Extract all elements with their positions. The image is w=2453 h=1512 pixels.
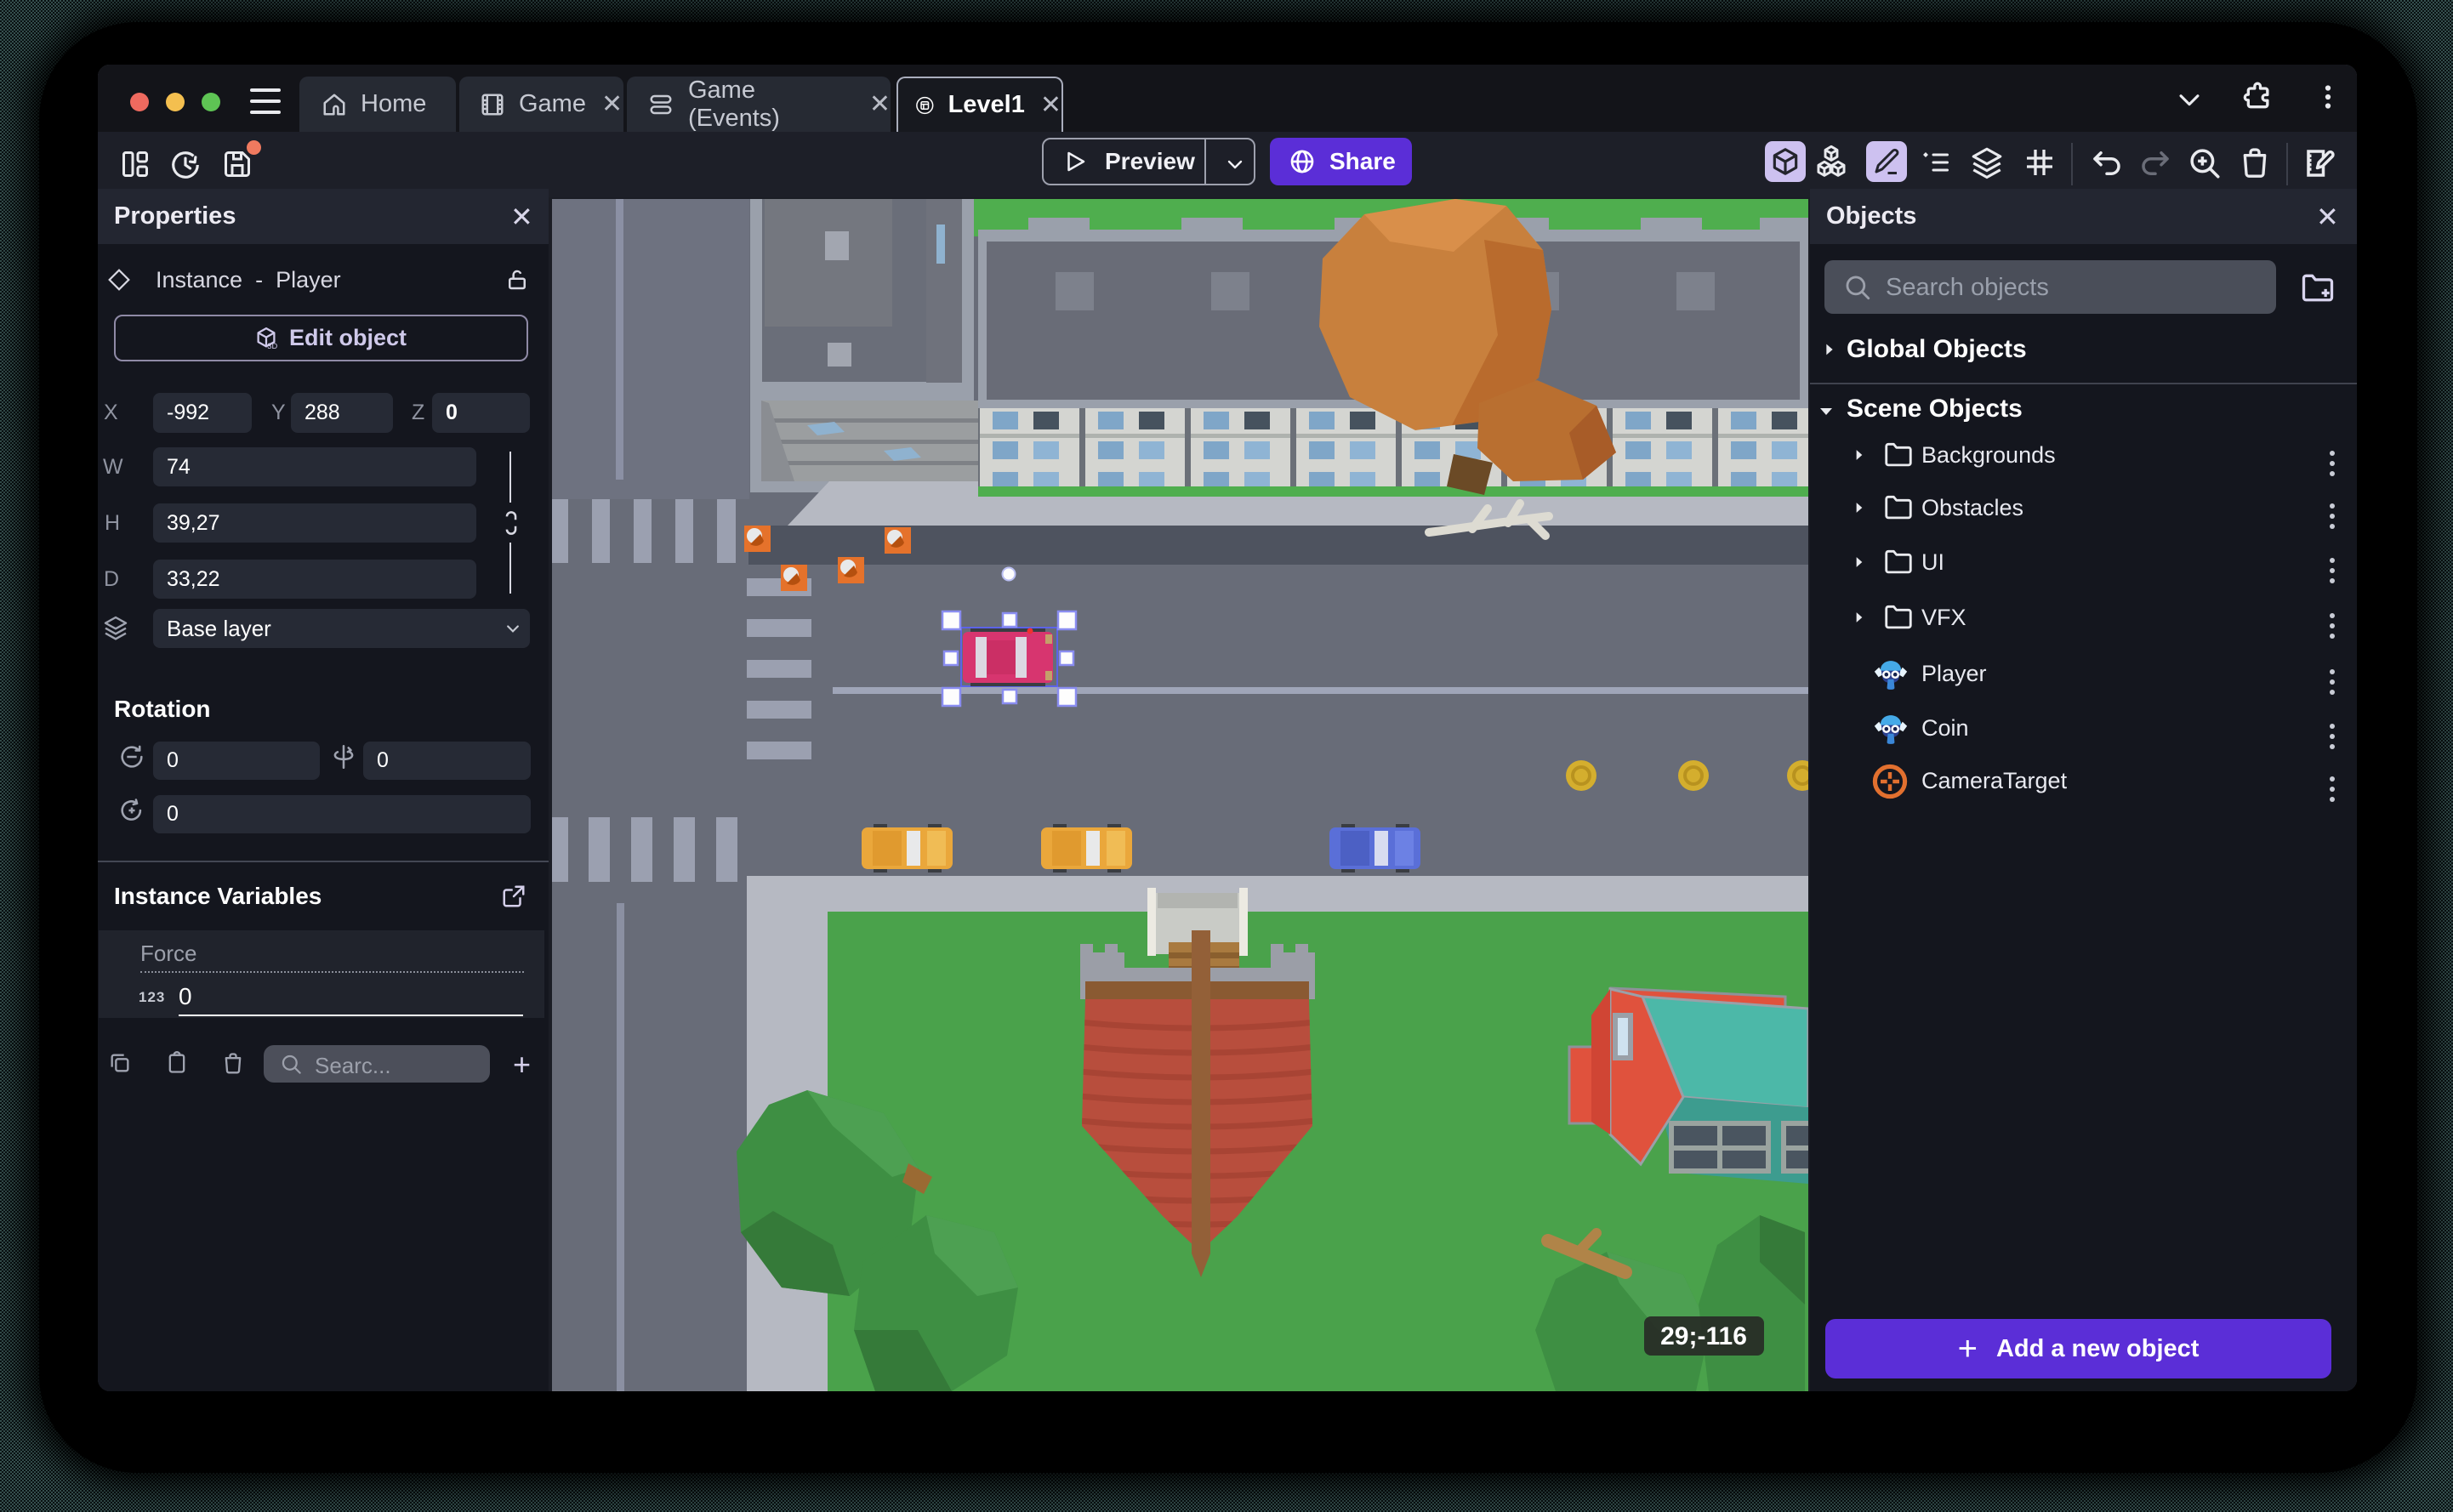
svg-text:29;-116: 29;-116: [1660, 1322, 1747, 1350]
svg-text:3D: 3D: [267, 342, 277, 350]
